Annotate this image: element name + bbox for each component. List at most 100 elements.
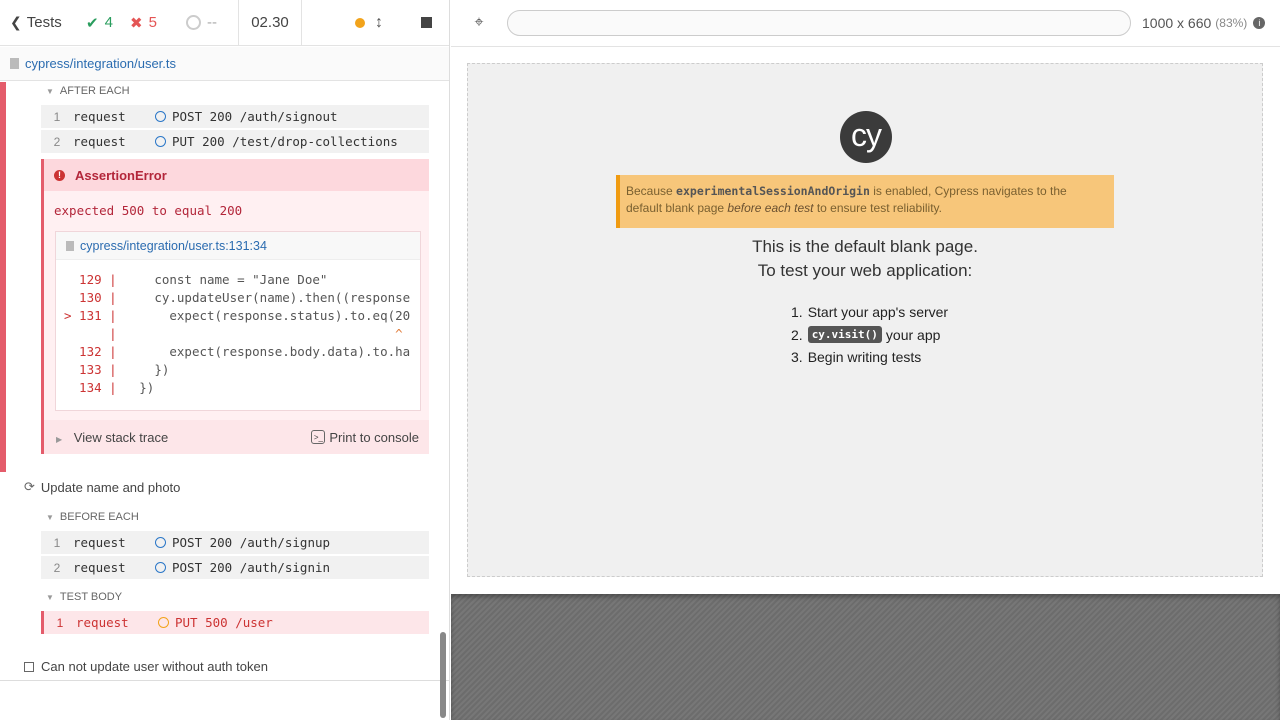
command-number: 2 xyxy=(53,134,61,149)
blank-line-1: This is the default blank page. xyxy=(752,237,978,256)
code-frame: cypress/integration/user.ts:131:34 129 |… xyxy=(55,231,421,411)
command-message: POST 200 /auth/signin xyxy=(172,560,331,575)
selector-playground-button[interactable]: ⌖ xyxy=(451,14,507,32)
command-row[interactable]: 1 request POST 200 /auth/signout xyxy=(41,105,429,128)
blank-line-2: To test your web application: xyxy=(757,261,973,280)
error-icon: ! xyxy=(54,169,65,181)
tests-label: Tests xyxy=(26,14,62,31)
code-line: > 131 | expect(response.status).to.eq(20 xyxy=(64,308,410,323)
error-panel: ! AssertionError expected 500 to equal 2… xyxy=(41,159,429,454)
chevron-left-icon: ❮ xyxy=(10,14,22,30)
hook-after-each[interactable]: ▼ After Each xyxy=(46,85,130,97)
command-row[interactable]: 1 request POST 200 /auth/signup xyxy=(41,531,429,554)
hook-title-label: Before Each xyxy=(59,511,139,523)
reporter-panel: ❮ Tests ✔ 4 ✖ 5 -- 02.30 ↕ cypress/integ… xyxy=(0,0,450,720)
spec-path-link[interactable]: cypress/integration/user.ts xyxy=(25,56,176,71)
code-text: }) xyxy=(116,380,155,395)
command-message: POST 200 /auth/signup xyxy=(172,535,331,550)
pending-circle-icon xyxy=(155,562,166,573)
file-icon xyxy=(66,240,74,251)
command-name: request xyxy=(73,134,126,149)
command-row[interactable]: 2 request PUT 200 /test/drop-collections xyxy=(41,130,429,153)
test-no-auth-token[interactable]: Can not update user without auth token xyxy=(24,659,268,674)
passed-value: 4 xyxy=(104,14,113,31)
view-stack-trace-toggle[interactable]: ▶ View stack trace xyxy=(56,430,168,445)
command-number: 2 xyxy=(53,560,61,575)
pending-value: -- xyxy=(207,14,217,31)
runnables-list: ▼ After Each 1 request POST 200 /auth/si… xyxy=(0,82,440,680)
code-line: 132 | expect(response.body.data).to.ha xyxy=(64,344,410,359)
file-icon xyxy=(10,58,19,69)
stop-icon[interactable] xyxy=(421,17,432,28)
line-number: 130 | xyxy=(64,290,117,305)
crosshair-icon: ⌖ xyxy=(474,14,484,31)
aut-header: ⌖ 1000 x 660 (83%) i xyxy=(451,0,1280,47)
pending-count: -- xyxy=(176,0,238,46)
error-name: AssertionError xyxy=(75,167,167,183)
step-text: Begin writing tests xyxy=(807,349,922,366)
refresh-icon: ⟳ xyxy=(24,479,35,494)
step-item: 1. Start your app's server xyxy=(791,301,948,324)
viewport-info[interactable]: 1000 x 660 (83%) i xyxy=(1142,15,1266,31)
stats-bar: ❮ Tests ✔ 4 ✖ 5 -- 02.30 ↕ xyxy=(0,0,449,46)
code-text: expect(response.status).to.eq(20 xyxy=(116,308,411,323)
check-icon: ✔ xyxy=(86,14,99,32)
reporter-scrollbar[interactable] xyxy=(440,632,446,718)
line-number: | xyxy=(64,326,117,341)
step-number: 3. xyxy=(791,349,803,366)
code-line: | ^ xyxy=(64,326,403,341)
step-item: 2. cy.visit() your app xyxy=(791,324,948,347)
code-line: 134 | }) xyxy=(64,380,154,395)
caret-right-icon: ▶ xyxy=(56,434,63,444)
pending-circle-icon xyxy=(186,15,201,30)
x-icon: ✖ xyxy=(130,14,143,32)
notice-text: to ensure test reliability. xyxy=(813,201,942,215)
test-update-name-photo[interactable]: ⟳ Update name and photo xyxy=(24,479,180,495)
code-file-bar: cypress/integration/user.ts:131:34 xyxy=(56,232,420,260)
hook-title-label: After Each xyxy=(59,85,130,97)
command-row-failed[interactable]: 1 request PUT 500 /user xyxy=(41,611,429,634)
code-file-link[interactable]: cypress/integration/user.ts:131:34 xyxy=(80,239,267,253)
terminal-icon: >_ xyxy=(311,430,326,444)
notice-emphasis: before each test xyxy=(727,201,814,215)
cypress-logo: cy xyxy=(840,111,892,163)
code-text: cy.updateUser(name).then((response xyxy=(116,290,411,305)
print-to-console-button[interactable]: >_ Print to console xyxy=(311,430,419,445)
caret-down-icon: ▼ xyxy=(46,86,54,96)
scroll-toggle-icon[interactable]: ↕ xyxy=(375,14,383,32)
notice-code: experimentalSessionAndOrigin xyxy=(676,184,870,198)
url-bar[interactable] xyxy=(507,10,1131,36)
command-row[interactable]: 2 request POST 200 /auth/signin xyxy=(41,556,429,579)
info-icon: i xyxy=(1253,17,1266,29)
pending-circle-icon xyxy=(155,537,166,548)
session-notice: Because experimentalSessionAndOrigin is … xyxy=(616,175,1114,228)
tests-button[interactable]: ❮ Tests xyxy=(0,0,70,46)
error-message: expected 500 to equal 200 xyxy=(54,203,243,218)
step-text: your app xyxy=(885,326,941,343)
line-number: 132 | xyxy=(64,344,117,359)
pending-circle-icon xyxy=(155,136,166,147)
code-line: 133 | }) xyxy=(64,362,169,377)
hook-before-each[interactable]: ▼ Before Each xyxy=(46,511,139,523)
spec-path-bar: cypress/integration/user.ts xyxy=(0,47,449,81)
line-number: > 131 | xyxy=(64,308,117,323)
command-number: 1 xyxy=(56,615,64,630)
command-number: 1 xyxy=(53,109,61,124)
command-message: PUT 500 /user xyxy=(175,615,273,630)
code-text: const name = "Jane Doe" xyxy=(116,272,328,287)
pending-circle-icon xyxy=(155,111,166,122)
command-message: PUT 200 /test/drop-collections xyxy=(172,134,398,149)
command-name: request xyxy=(73,109,126,124)
code-line: 130 | cy.updateUser(name).then((response xyxy=(64,290,410,305)
hook-title-label: Test Body xyxy=(59,591,123,603)
stack-trace-label: View stack trace xyxy=(73,429,169,445)
failed-value: 5 xyxy=(148,14,157,31)
line-number: 133 | xyxy=(64,362,117,377)
auto-scroll-indicator-icon[interactable] xyxy=(355,17,365,28)
code-text: }) xyxy=(116,362,170,377)
test-status-icon xyxy=(24,661,34,672)
test-title-label: Update name and photo xyxy=(40,479,181,495)
hook-test-body[interactable]: ▼ Test Body xyxy=(46,591,122,603)
viewport-size: 1000 x 660 xyxy=(1142,15,1212,31)
command-number: 1 xyxy=(53,535,61,550)
